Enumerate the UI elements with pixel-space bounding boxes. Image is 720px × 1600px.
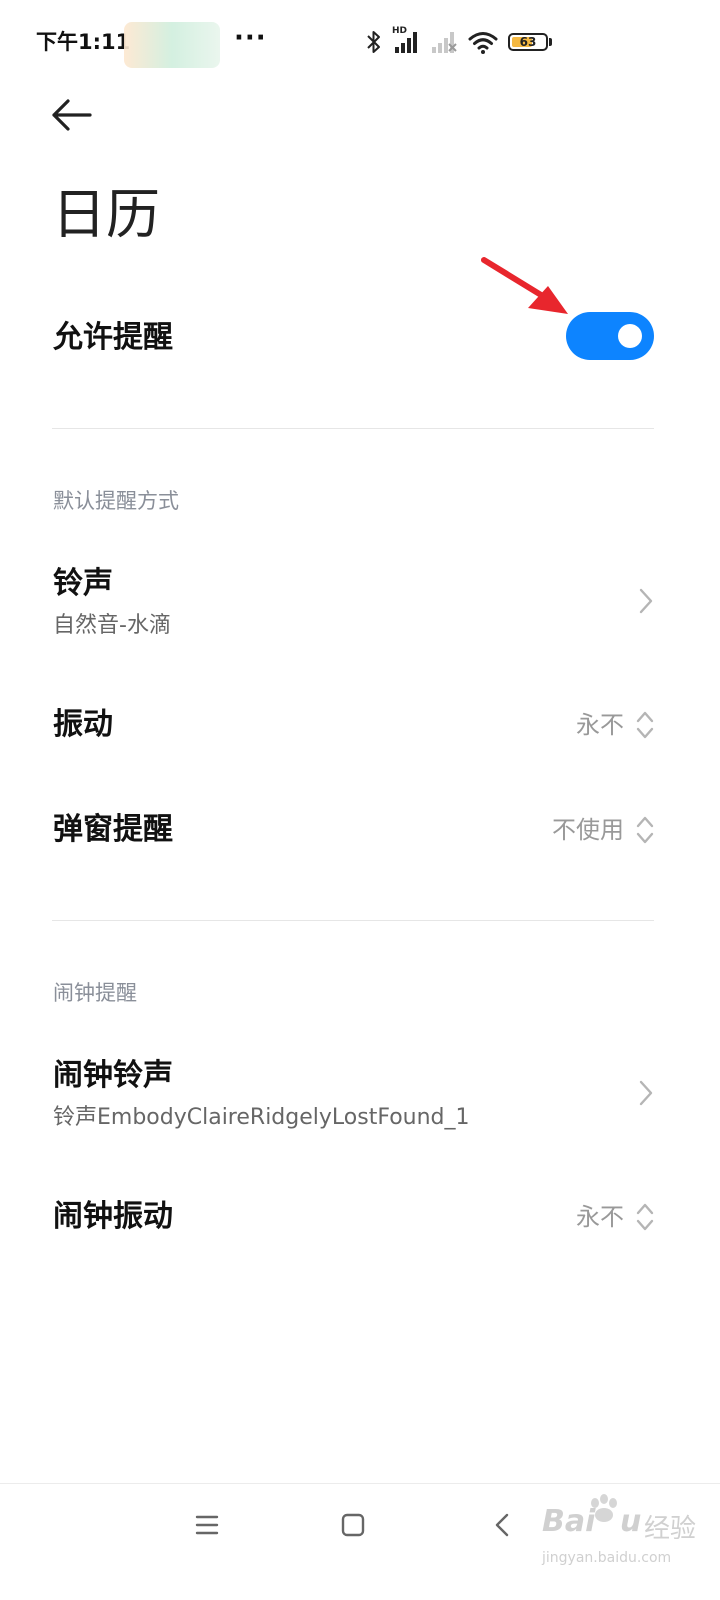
menu-icon[interactable]: [194, 1512, 220, 1538]
watermark-brand-tail: u: [620, 1504, 642, 1539]
battery-level: 63: [519, 35, 537, 49]
divider: [52, 428, 654, 429]
popup-reminder-label: 弹窗提醒: [53, 812, 173, 847]
allow-reminders-label: 允许提醒: [53, 320, 173, 355]
page-title: 日历: [52, 183, 160, 246]
vibration-value: 永不: [576, 711, 624, 739]
alarm-ringtone-label: 闹钟铃声: [53, 1058, 173, 1093]
chevron-up-down-icon: [636, 1203, 654, 1231]
watermark-url: jingyan.baidu.com: [542, 1550, 672, 1566]
allow-reminders-toggle[interactable]: [566, 312, 654, 360]
baidu-jingyan-watermark: Bai u 经验 jingyan.baidu.com: [540, 1494, 710, 1574]
signal-no-service-icon: [432, 32, 457, 53]
nav-bar-divider: [0, 1483, 720, 1484]
status-time: 下午1:11: [36, 30, 131, 54]
alarm-ringtone-value: 铃声EmbodyClaireRidgelyLostFound_1: [53, 1105, 470, 1130]
wifi-icon: [468, 32, 498, 54]
chevron-up-down-icon: [636, 816, 654, 844]
back-button[interactable]: [46, 92, 96, 138]
watermark-cn: 经验: [644, 1514, 697, 1544]
signal-hd-icon: HD: [392, 26, 420, 55]
popup-reminder-value: 不使用: [552, 816, 624, 844]
battery-icon: 63: [508, 33, 552, 51]
battery-cap: [549, 38, 552, 46]
status-icons: HD 63: [366, 26, 552, 56]
alarm-vibration-label: 闹钟振动: [53, 1199, 173, 1234]
blurred-notification-icons: [124, 22, 220, 68]
section-header-default: 默认提醒方式: [53, 489, 179, 513]
watermark-brand: Bai: [542, 1504, 596, 1539]
back-icon[interactable]: [490, 1512, 516, 1538]
chevron-up-down-icon: [636, 711, 654, 739]
chevron-right-icon: [639, 1080, 653, 1106]
battery-body: 63: [508, 33, 548, 51]
annotation-arrow-icon: [481, 257, 568, 314]
vibration-label: 振动: [53, 707, 113, 742]
divider: [52, 920, 654, 921]
chevron-right-icon: [639, 588, 653, 614]
toggle-knob: [618, 324, 642, 348]
more-notifications-icon: ···: [234, 23, 267, 53]
back-arrow-icon: [52, 99, 92, 131]
alarm-vibration-value: 永不: [576, 1203, 624, 1231]
ringtone-label: 铃声: [53, 566, 113, 601]
bluetooth-icon: [367, 31, 380, 53]
section-header-alarm: 闹钟提醒: [53, 981, 137, 1005]
home-icon[interactable]: [340, 1512, 366, 1538]
ringtone-value: 自然音-水滴: [53, 613, 171, 638]
